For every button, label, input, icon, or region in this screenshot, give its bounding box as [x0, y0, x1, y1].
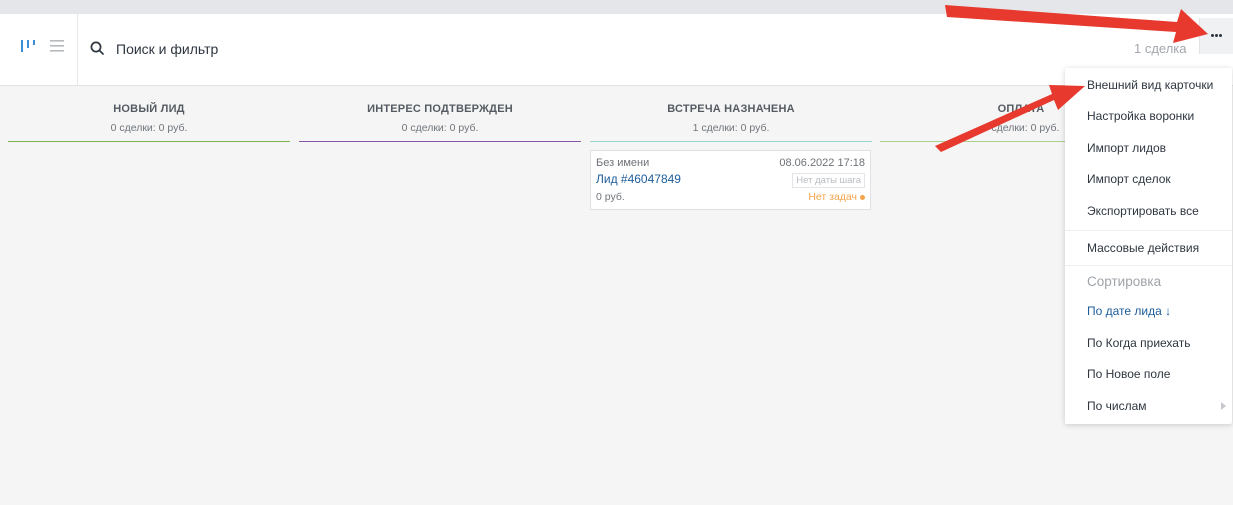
menu-sort-heading: Сортировка	[1087, 274, 1162, 289]
pipeline-column-interest-confirmed: ИНТЕРЕС ПОДТВЕРЖДЕН 0 сделки: 0 руб.	[299, 86, 581, 142]
pipeline-column-new-lead: НОВЫЙ ЛИД 0 сделки: 0 руб.	[8, 86, 290, 142]
column-color-bar	[8, 141, 290, 142]
browser-top-strip	[0, 0, 1233, 14]
menu-item-import-deals[interactable]: Импорт сделок	[1065, 164, 1232, 194]
column-summary: 1 сделки: 0 руб.	[692, 122, 770, 134]
menu-item-sort-by-arrival[interactable]: По Когда приехать	[1065, 328, 1232, 358]
search-icon	[90, 41, 104, 55]
pipeline-column-meeting-scheduled: ВСТРЕЧА НАЗНАЧЕНА 1 сделки: 0 руб.	[590, 86, 872, 142]
card-tasks-status[interactable]: Нет задач	[808, 191, 857, 203]
deals-count: 1 сделка	[1134, 41, 1187, 56]
menu-divider	[1065, 230, 1232, 231]
column-title: НОВЫЙ ЛИД	[113, 103, 185, 115]
menu-item-sort-by-lead-date[interactable]: По дате лида ↓	[1065, 296, 1232, 326]
submenu-arrow-icon	[1221, 402, 1226, 410]
card-price: 0 руб.	[596, 191, 625, 203]
card-datetime: 08.06.2022 17:18	[779, 157, 865, 169]
menu-item-sort-by-numbers[interactable]: По числам	[1065, 391, 1232, 421]
card-contact-name: Без имени	[596, 157, 650, 169]
column-summary: 0 сделки: 0 руб.	[110, 122, 188, 134]
column-color-bar	[299, 141, 581, 142]
search-input[interactable]	[116, 38, 516, 60]
more-options-button[interactable]	[1199, 18, 1233, 54]
menu-item-sort-by-new-field[interactable]: По Новое поле	[1065, 359, 1232, 389]
more-dots-icon	[1211, 34, 1223, 37]
menu-item-label: По числам	[1087, 399, 1147, 413]
column-color-bar	[590, 141, 872, 142]
menu-divider	[1065, 265, 1232, 266]
options-dropdown-menu: Внешний вид карточки Настройка воронки И…	[1065, 68, 1232, 424]
card-lead-link[interactable]: Лид #46047849	[596, 172, 681, 186]
view-toggle	[0, 14, 78, 85]
deal-card[interactable]: Без имени 08.06.2022 17:18 Лид #46047849…	[590, 150, 871, 210]
menu-item-bulk-actions[interactable]: Массовые действия	[1065, 233, 1232, 263]
menu-item-card-appearance[interactable]: Внешний вид карточки	[1065, 70, 1232, 100]
menu-item-import-leads[interactable]: Импорт лидов	[1065, 133, 1232, 163]
menu-item-funnel-settings[interactable]: Настройка воронки	[1065, 101, 1232, 131]
list-view-icon[interactable]	[50, 40, 64, 52]
menu-item-export-all[interactable]: Экспортировать все	[1065, 196, 1232, 226]
task-status-dot-icon	[860, 195, 865, 200]
column-title: ВСТРЕЧА НАЗНАЧЕНА	[667, 103, 795, 115]
column-title: ИНТЕРЕС ПОДТВЕРЖДЕН	[367, 103, 513, 115]
pipeline-view-icon[interactable]	[20, 39, 36, 53]
card-no-step-date: Нет даты шага	[792, 173, 865, 188]
column-summary: 0 сделки: 0 руб.	[401, 122, 479, 134]
toolbar: 1 сделка	[0, 14, 1233, 86]
